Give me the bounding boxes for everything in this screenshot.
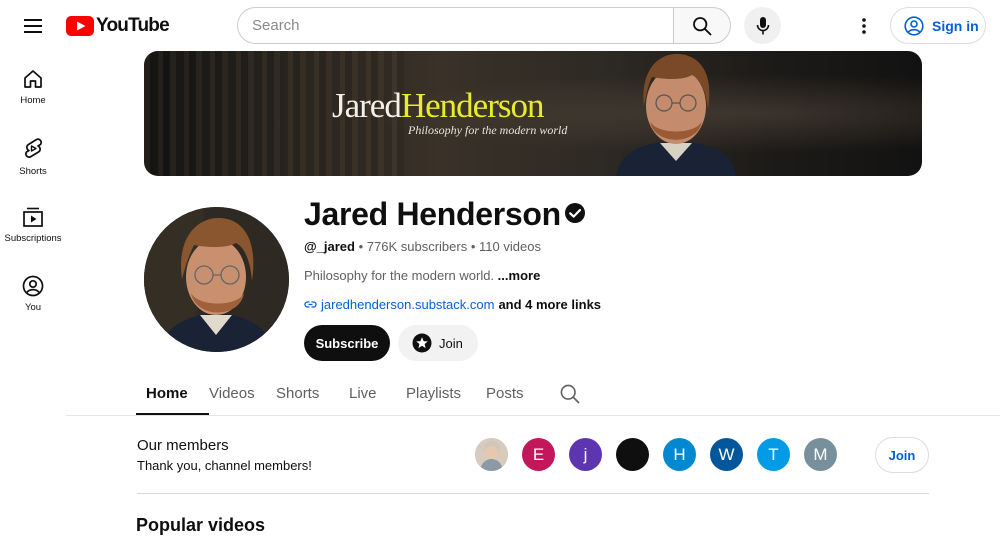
- description-more-link[interactable]: ...more: [498, 268, 541, 283]
- member-avatar[interactable]: [616, 438, 649, 471]
- tab-videos[interactable]: Videos: [209, 372, 276, 415]
- members-subtitle: Thank you, channel members!: [137, 458, 312, 473]
- sidebar-item-label: You: [24, 302, 42, 313]
- avatar-image: [144, 207, 289, 352]
- sidebar-item-subscriptions[interactable]: Subscriptions: [0, 194, 66, 263]
- you-icon: [22, 275, 44, 297]
- sidebar-item-you[interactable]: You: [0, 263, 66, 332]
- microphone-icon: [756, 16, 769, 34]
- more-vert-icon[interactable]: [850, 8, 878, 44]
- tab-playlists[interactable]: Playlists: [406, 372, 486, 415]
- sign-in-button[interactable]: Sign in: [890, 7, 986, 44]
- members-join-button[interactable]: Join: [875, 437, 929, 473]
- channel-links: jaredhenderson.substack.com and 4 more l…: [304, 297, 601, 312]
- channel-tabs: Home Videos Shorts Live Playlists Posts: [136, 372, 590, 415]
- logo-text: YouTube: [96, 15, 170, 36]
- search-box: [237, 7, 731, 44]
- channel-name: Jared Henderson: [304, 196, 561, 232]
- channel-description[interactable]: Philosophy for the modern world. ...more: [304, 268, 540, 283]
- join-label: Join: [439, 335, 463, 351]
- banner-portrait-image: [616, 53, 736, 176]
- subscriber-count: 776K subscribers: [366, 239, 468, 254]
- channel-avatar[interactable]: [144, 207, 289, 352]
- channel-banner: JaredHenderson Philosophy for the modern…: [144, 51, 922, 176]
- member-avatar[interactable]: M: [804, 438, 837, 471]
- member-avatar[interactable]: E: [522, 438, 555, 471]
- members-title: Our members: [137, 437, 229, 454]
- star-badge-icon: [412, 333, 432, 353]
- search-input[interactable]: [237, 7, 673, 44]
- member-avatar[interactable]: j: [569, 438, 602, 471]
- top-bar: YouTube Sign in: [0, 0, 1000, 52]
- member-avatar[interactable]: H: [663, 438, 696, 471]
- popular-videos-title: Popular videos: [136, 515, 266, 535]
- verified-badge-icon: [565, 203, 585, 223]
- tabs-divider: [66, 415, 1000, 416]
- voice-search-button[interactable]: [744, 7, 781, 44]
- tab-shorts[interactable]: Shorts: [276, 372, 349, 415]
- sidebar-item-home[interactable]: Home: [0, 56, 66, 125]
- sidebar: Home Shorts Subscriptions You: [0, 56, 66, 332]
- search-icon: [560, 384, 580, 403]
- sign-in-label: Sign in: [932, 17, 979, 34]
- sidebar-item-label: Subscriptions: [4, 233, 62, 244]
- description-text: Philosophy for the modern world.: [304, 268, 495, 283]
- channel-handle: @_jared: [304, 239, 355, 254]
- channel-meta: @_jared • 776K subscribers • 110 videos: [304, 239, 541, 254]
- sidebar-item-label: Shorts: [19, 166, 47, 177]
- search-icon: [693, 16, 712, 35]
- banner-subtitle: Philosophy for the modern world: [408, 123, 568, 137]
- channel-search-button[interactable]: [560, 372, 590, 415]
- join-button[interactable]: Join: [398, 325, 478, 361]
- account-circle-icon: [904, 15, 924, 36]
- tab-posts[interactable]: Posts: [486, 372, 560, 415]
- more-links-button[interactable]: and 4 more links: [498, 297, 601, 312]
- sidebar-item-shorts[interactable]: Shorts: [0, 125, 66, 194]
- tab-live[interactable]: Live: [349, 372, 406, 415]
- member-photo: [475, 438, 508, 471]
- menu-icon[interactable]: [14, 8, 52, 44]
- member-avatars: E j H W T M: [475, 438, 837, 471]
- banner-title: JaredHenderson: [332, 86, 544, 125]
- search-button[interactable]: [673, 7, 731, 44]
- member-avatar[interactable]: T: [757, 438, 790, 471]
- channel-link-url[interactable]: jaredhenderson.substack.com: [321, 297, 494, 312]
- video-count: 110 videos: [479, 239, 541, 254]
- link-icon: [304, 301, 317, 308]
- subscribe-button[interactable]: Subscribe: [304, 325, 390, 361]
- subscriptions-icon: [23, 207, 43, 227]
- home-icon: [24, 70, 42, 88]
- tab-home[interactable]: Home: [136, 372, 209, 415]
- member-avatar[interactable]: [475, 438, 508, 471]
- members-divider: [137, 493, 929, 494]
- youtube-logo[interactable]: YouTube: [66, 15, 170, 37]
- member-avatar[interactable]: W: [710, 438, 743, 471]
- sidebar-item-label: Home: [20, 95, 46, 106]
- youtube-logo-icon: [66, 16, 94, 36]
- shorts-icon: [25, 138, 42, 158]
